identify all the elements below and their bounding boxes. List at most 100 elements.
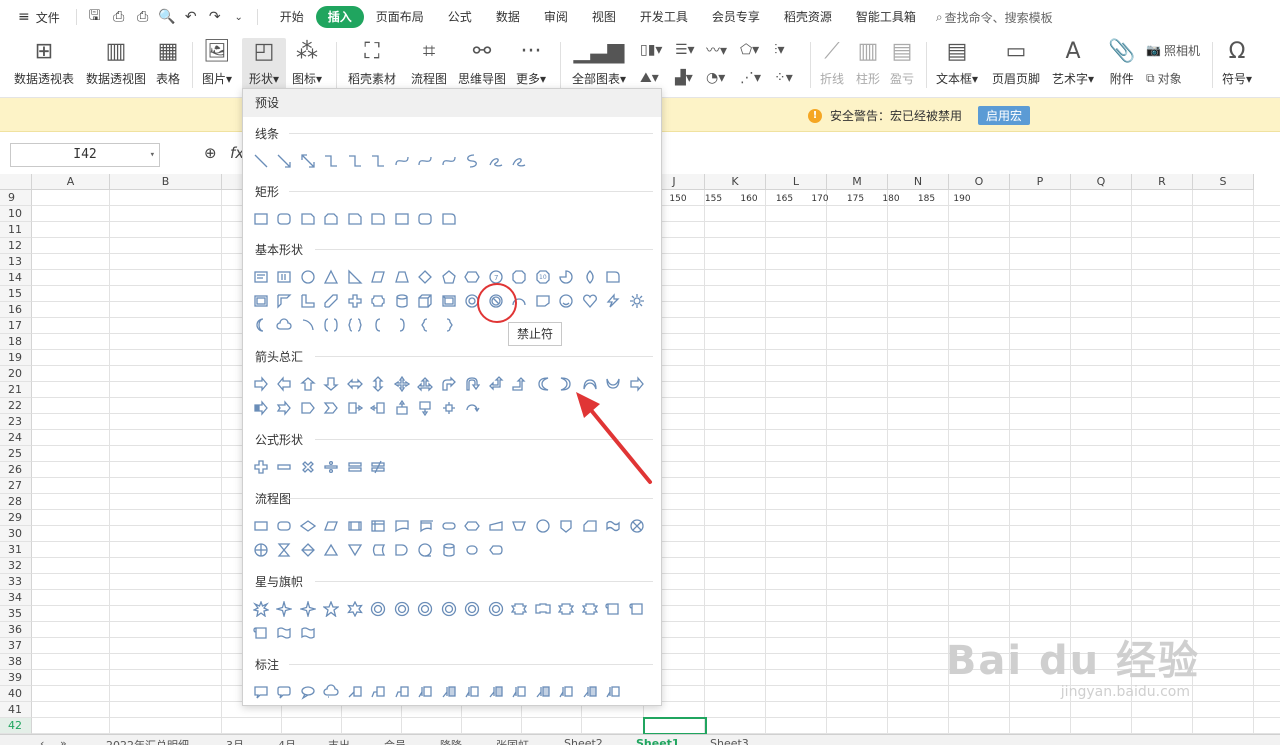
shape-lcall2-icon[interactable] <box>390 680 414 704</box>
shape-lbrace-icon[interactable] <box>414 313 438 337</box>
picture-button[interactable]: 🖼 图片▾ <box>202 38 232 87</box>
shape-fint-icon[interactable] <box>367 514 391 538</box>
shape-div-icon[interactable] <box>320 455 344 479</box>
shape-fdelay-icon[interactable] <box>390 538 414 562</box>
shape-snip-icon[interactable] <box>343 207 367 231</box>
shape-brace2-icon[interactable] <box>343 313 367 337</box>
icon-button[interactable]: ⁂ 图标▾ <box>292 38 322 87</box>
shape-fmanin-icon[interactable] <box>484 514 508 538</box>
shape-scurve-icon[interactable] <box>461 149 485 173</box>
shape-lcall2-icon[interactable] <box>367 680 391 704</box>
table-button[interactable]: ▦ 表格 <box>156 38 180 87</box>
shape-adcall-icon[interactable] <box>414 396 438 420</box>
column-header-p[interactable]: P <box>1010 174 1071 190</box>
shape-plaque-icon[interactable] <box>367 289 391 313</box>
shape-arrowline-icon[interactable] <box>273 149 297 173</box>
shape-dbl-icon[interactable] <box>296 149 320 173</box>
flowchart-button[interactable]: ⌗ 流程图 <box>411 38 447 87</box>
shape-foff-icon[interactable] <box>555 514 579 538</box>
bar-chart-h-icon[interactable]: ☰▾ <box>675 38 695 62</box>
shape-cloud-icon[interactable] <box>273 313 297 337</box>
sparkline-column-button[interactable]: ▥ 柱形 <box>856 38 880 87</box>
camera-button[interactable]: 📷 照相机 <box>1146 38 1200 62</box>
shape-fseq-icon[interactable] <box>414 538 438 562</box>
sheet-tab[interactable]: 4月 <box>278 737 296 745</box>
shape-rbr-icon[interactable] <box>390 313 414 337</box>
shape-tear-icon[interactable] <box>578 265 602 289</box>
shape-fsum-icon[interactable] <box>625 514 649 538</box>
shape-line-icon[interactable] <box>249 149 273 173</box>
row-header-12[interactable]: 12 <box>0 238 32 254</box>
shape-astripe-icon[interactable] <box>249 396 273 420</box>
tab-review[interactable]: 审阅 <box>532 6 580 28</box>
row-header-10[interactable]: 10 <box>0 206 32 222</box>
sparkline-winloss-button[interactable]: ▤ 盈亏 <box>890 38 914 87</box>
shape-curve-icon[interactable] <box>414 149 438 173</box>
shape-eq-icon[interactable] <box>343 455 367 479</box>
zoom-icon[interactable]: ⊕ <box>204 144 217 162</box>
column-header-r[interactable]: R <box>1132 174 1193 190</box>
shape-acall2-icon[interactable] <box>484 680 508 704</box>
shape-elbow-icon[interactable] <box>343 149 367 173</box>
shape-anotch-icon[interactable] <box>273 396 297 420</box>
cell-value[interactable]: 165 <box>767 191 803 207</box>
row-header-42[interactable]: 42 <box>0 718 32 734</box>
cell-value[interactable]: 190 <box>944 191 980 207</box>
tab-member[interactable]: 会员专享 <box>700 6 772 28</box>
shape-curve-icon[interactable] <box>390 149 414 173</box>
column-header-k[interactable]: K <box>705 174 766 190</box>
shape-adown-icon[interactable] <box>320 372 344 396</box>
row-header-23[interactable]: 23 <box>0 414 32 430</box>
shape-fpre-icon[interactable] <box>343 514 367 538</box>
shape-snip-icon[interactable] <box>296 207 320 231</box>
row-header-41[interactable]: 41 <box>0 702 32 718</box>
shape-abu-icon[interactable] <box>508 372 532 396</box>
shape-fconn-icon[interactable] <box>531 514 555 538</box>
shape-acall-icon[interactable] <box>461 680 485 704</box>
shape-cube-icon[interactable] <box>414 289 438 313</box>
shape-button[interactable]: ◰ 形状▾ <box>242 38 286 92</box>
shape-vtext-icon[interactable] <box>273 265 297 289</box>
pivot-chart-button[interactable]: ▥ 数据透视图 <box>86 38 146 87</box>
shape-fextract-icon[interactable] <box>320 538 344 562</box>
shape-hex-icon[interactable] <box>461 265 485 289</box>
shape-brpair-icon[interactable] <box>320 313 344 337</box>
object-button[interactable]: ⧉ 对象 <box>1146 66 1182 90</box>
shape-loop-icon[interactable] <box>508 149 532 173</box>
shape-ribbon-icon[interactable] <box>578 597 602 621</box>
command-search[interactable]: ⌕ 查找命令、搜索模板 <box>936 9 1053 26</box>
pivot-table-button[interactable]: ⊞ 数据透视表 <box>14 38 74 87</box>
shape-trap-icon[interactable] <box>390 265 414 289</box>
row-header-27[interactable]: 27 <box>0 478 32 494</box>
shape-star5-icon[interactable] <box>320 597 344 621</box>
sheet-tab[interactable]: Sheet3 <box>710 737 749 745</box>
row-header-33[interactable]: 33 <box>0 574 32 590</box>
tab-smart-tools[interactable]: 智能工具箱 <box>844 6 928 28</box>
row-header-19[interactable]: 19 <box>0 350 32 366</box>
sheet-nav-prev[interactable]: ‹ <box>40 737 44 745</box>
shape-rtri-icon[interactable] <box>343 265 367 289</box>
shape-dec-icon[interactable]: 10 <box>531 265 555 289</box>
shape-arcall-icon[interactable] <box>343 396 367 420</box>
shape-achev-icon[interactable] <box>320 396 344 420</box>
column-chart-icon[interactable]: ▯▮▾ <box>640 38 662 62</box>
shape-acall-icon[interactable] <box>602 680 626 704</box>
shape-rect-icon[interactable] <box>390 207 414 231</box>
shape-fsort-icon[interactable] <box>296 538 320 562</box>
shape-lcall-icon[interactable] <box>343 680 367 704</box>
shape-bevel-icon[interactable] <box>437 289 461 313</box>
shape-heart-icon[interactable] <box>578 289 602 313</box>
shape-ribbon-icon[interactable] <box>508 597 532 621</box>
shape-minus-icon[interactable] <box>273 455 297 479</box>
shape-curve-icon[interactable] <box>437 149 461 173</box>
shape-aqcall-icon[interactable] <box>437 396 461 420</box>
shape-pent-icon[interactable] <box>437 265 461 289</box>
shape-auturn-icon[interactable] <box>461 372 485 396</box>
header-footer-button[interactable]: ▭ 页眉页脚 <box>992 38 1040 87</box>
shape-neq-icon[interactable] <box>367 455 391 479</box>
shape-elbow-icon[interactable] <box>367 149 391 173</box>
tab-page-layout[interactable]: 页面布局 <box>364 6 436 28</box>
shape-snip2-icon[interactable] <box>320 207 344 231</box>
column-header-n[interactable]: N <box>888 174 949 190</box>
shape-diamond-icon[interactable] <box>414 265 438 289</box>
